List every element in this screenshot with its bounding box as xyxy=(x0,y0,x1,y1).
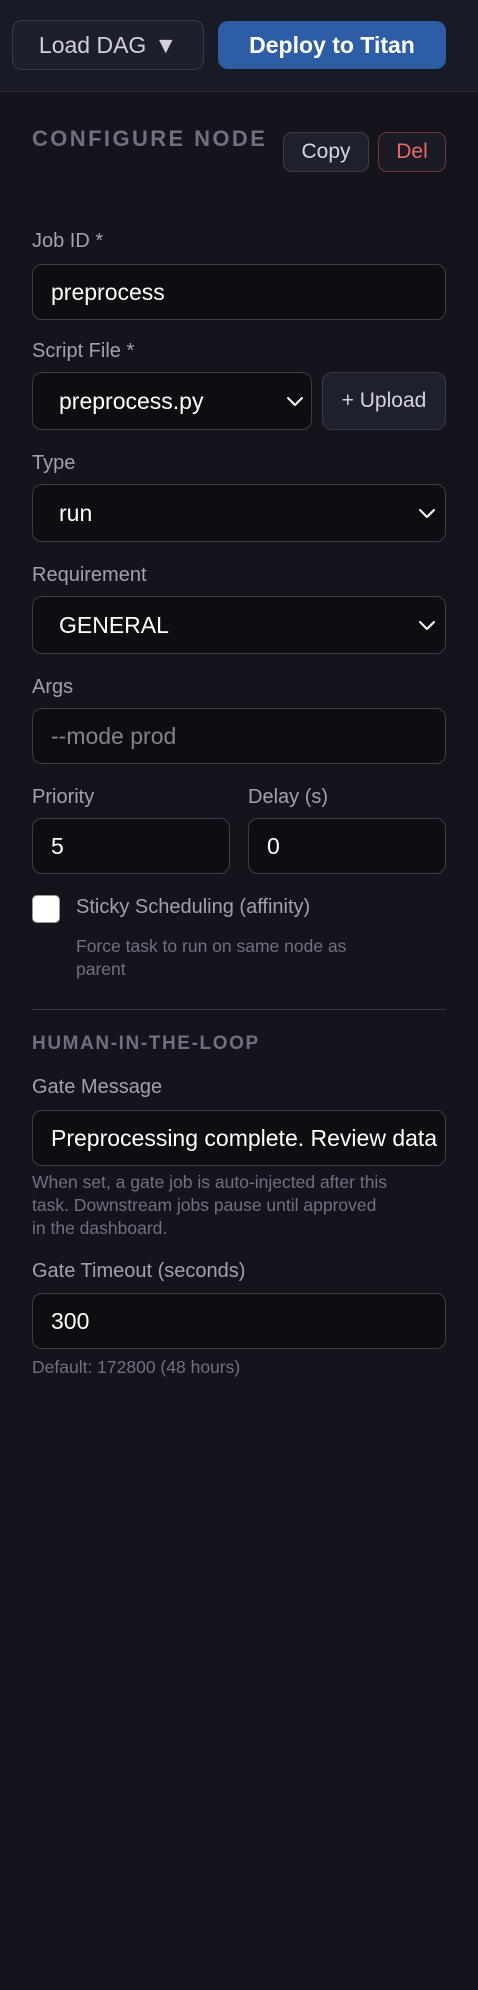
hitl-section-title: HUMAN-IN-THE-LOOP xyxy=(32,1033,260,1054)
args-input[interactable]: --mode prod xyxy=(32,708,446,764)
load-dag-label: Load DAG xyxy=(38,31,147,58)
args-label: Args xyxy=(32,676,74,698)
gate-help-line1: When set, a gate job is auto-injected af… xyxy=(32,1172,388,1192)
script-file-label: Script File * xyxy=(32,340,135,362)
gate-message-label: Gate Message xyxy=(32,1076,163,1098)
chevron-down-icon xyxy=(419,509,435,518)
sticky-help-line2: parent xyxy=(76,959,126,979)
type-label: Type xyxy=(32,452,76,474)
deploy-button[interactable]: Deploy to Titan xyxy=(218,21,446,69)
copy-button[interactable]: Copy xyxy=(283,132,369,172)
upload-label: + Upload xyxy=(341,389,427,412)
caret-down-icon: ▼ xyxy=(154,31,178,58)
gate-timeout-help: Default: 172800 (48 hours) xyxy=(32,1357,241,1377)
job-id-value: preprocess xyxy=(51,278,165,305)
type-value: run xyxy=(59,499,93,526)
delay-input[interactable]: 0 xyxy=(248,818,446,874)
top-toolbar: Load DAG ▼ Deploy to Titan xyxy=(0,0,478,92)
chevron-down-icon xyxy=(419,621,435,630)
requirement-value: GENERAL xyxy=(59,611,169,638)
section-divider xyxy=(32,1009,446,1010)
type-select[interactable]: run xyxy=(32,484,446,542)
gate-timeout-label: Gate Timeout (seconds) xyxy=(32,1260,246,1282)
job-id-input[interactable]: preprocess xyxy=(32,264,446,320)
gate-message-value: Preprocessing complete. Review data xyxy=(51,1124,438,1151)
copy-label: Copy xyxy=(301,140,351,163)
priority-value: 5 xyxy=(51,832,64,859)
job-id-label: Job ID * xyxy=(32,230,104,252)
requirement-label: Requirement xyxy=(32,564,147,586)
args-placeholder: --mode prod xyxy=(51,722,177,749)
sticky-help-line1: Force task to run on same node as xyxy=(76,936,347,956)
panel-title: CONFIGURE NODE xyxy=(32,126,268,151)
script-file-select[interactable]: preprocess.py xyxy=(32,372,312,430)
priority-input[interactable]: 5 xyxy=(32,818,230,874)
gate-timeout-input[interactable]: 300 xyxy=(32,1293,446,1349)
load-dag-button[interactable]: Load DAG ▼ xyxy=(12,20,204,70)
sticky-scheduling-checkbox[interactable] xyxy=(32,895,60,923)
gate-timeout-value: 300 xyxy=(51,1307,90,1334)
deploy-label: Deploy to Titan xyxy=(249,31,415,58)
upload-button[interactable]: + Upload xyxy=(322,372,446,430)
delay-label: Delay (s) xyxy=(248,786,329,808)
gate-help-line2: task. Downstream jobs pause until approv… xyxy=(32,1195,377,1215)
priority-label: Priority xyxy=(32,786,95,808)
sticky-scheduling-label: Sticky Scheduling (affinity) xyxy=(76,896,311,918)
gate-message-input[interactable]: Preprocessing complete. Review data xyxy=(32,1110,446,1166)
gate-help-line3: in the dashboard. xyxy=(32,1218,168,1238)
delete-button[interactable]: Del xyxy=(378,132,446,172)
chevron-down-icon xyxy=(287,397,303,406)
script-file-value: preprocess.py xyxy=(59,387,204,414)
requirement-select[interactable]: GENERAL xyxy=(32,596,446,654)
delete-label: Del xyxy=(396,140,428,163)
delay-value: 0 xyxy=(267,832,280,859)
